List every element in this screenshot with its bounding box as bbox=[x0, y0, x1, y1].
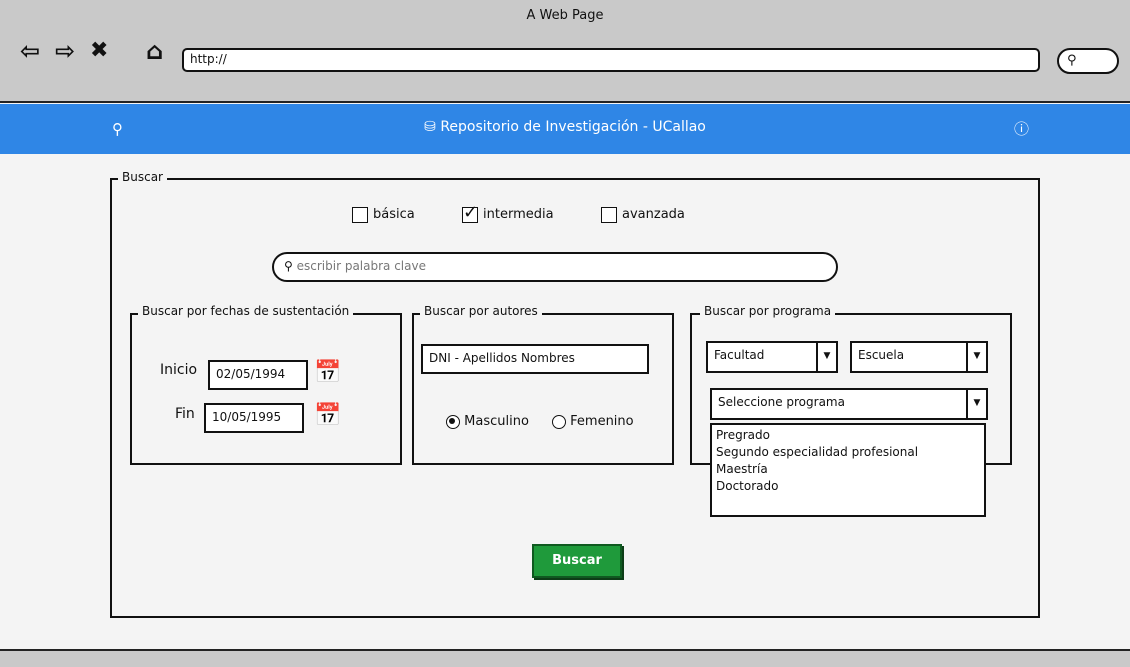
app-title: ⛁ Repositorio de Investigación - UCallao bbox=[424, 119, 706, 135]
program-option[interactable]: Doctorado bbox=[716, 478, 980, 495]
program-dropdown-list: Pregrado Segundo especialidad profesiona… bbox=[710, 423, 986, 517]
program-legend: Buscar por programa bbox=[700, 304, 836, 318]
calendar-icon[interactable]: 📅 bbox=[314, 405, 341, 427]
info-icon[interactable]: ⓘ bbox=[1014, 118, 1029, 139]
keyword-search-input[interactable]: ⚲ escribir palabra clave bbox=[272, 252, 838, 282]
forward-icon[interactable]: ⇨ bbox=[55, 39, 75, 63]
faculty-select[interactable]: Facultad ▼ bbox=[706, 341, 838, 373]
checkbox-basica[interactable] bbox=[352, 206, 368, 223]
chevron-down-icon[interactable]: ▼ bbox=[816, 343, 836, 371]
dates-legend: Buscar por fechas de sustentación bbox=[138, 304, 354, 318]
mode-option-basica[interactable]: básica bbox=[352, 204, 415, 223]
school-select[interactable]: Escuela ▼ bbox=[850, 341, 988, 373]
program-select[interactable]: Seleccione programa ▼ bbox=[710, 388, 988, 420]
radio-masculino[interactable] bbox=[446, 414, 460, 429]
app-header: ⚲ ⛁ Repositorio de Investigación - UCall… bbox=[0, 104, 1130, 154]
browser-chrome: A Web Page ⇦ ⇨ ✖ ⌂ http:// ⚲ bbox=[0, 0, 1130, 103]
end-date-input[interactable]: 10/05/1995 bbox=[204, 403, 304, 433]
program-option[interactable]: Segundo especialidad profesional bbox=[716, 444, 980, 461]
keyword-placeholder: escribir palabra clave bbox=[296, 259, 426, 273]
search-legend: Buscar bbox=[118, 170, 167, 184]
database-icon: ⛁ bbox=[424, 119, 436, 135]
url-text: http:// bbox=[190, 52, 227, 66]
authors-legend: Buscar por autores bbox=[420, 304, 542, 318]
calendar-icon[interactable]: 📅 bbox=[314, 362, 341, 384]
mode-option-intermedia[interactable]: intermedia bbox=[462, 202, 554, 223]
status-bar bbox=[0, 649, 1130, 667]
start-date-input[interactable]: 02/05/1994 bbox=[208, 360, 308, 390]
home-icon[interactable]: ⌂ bbox=[146, 39, 163, 63]
gender-option-femenino[interactable]: Femenino bbox=[552, 414, 634, 429]
program-option[interactable]: Pregrado bbox=[716, 427, 980, 444]
browser-search-box[interactable]: ⚲ bbox=[1057, 48, 1119, 74]
mode-option-avanzada[interactable]: avanzada bbox=[601, 204, 685, 223]
author-input[interactable]: DNI - Apellidos Nombres bbox=[421, 344, 649, 374]
program-option[interactable]: Maestría bbox=[716, 461, 980, 478]
authors-panel bbox=[412, 313, 674, 465]
end-date-label: Fin bbox=[175, 406, 195, 422]
search-icon: ⚲ bbox=[1067, 53, 1077, 68]
chevron-down-icon[interactable]: ▼ bbox=[966, 343, 986, 371]
chevron-down-icon[interactable]: ▼ bbox=[966, 390, 986, 418]
stop-icon[interactable]: ✖ bbox=[90, 39, 108, 63]
search-icon: ⚲ bbox=[284, 259, 293, 273]
radio-femenino[interactable] bbox=[552, 414, 566, 429]
back-icon[interactable]: ⇦ bbox=[20, 39, 40, 63]
url-bar[interactable]: http:// bbox=[182, 48, 1040, 72]
start-date-label: Inicio bbox=[160, 362, 198, 378]
checkbox-avanzada[interactable] bbox=[601, 206, 617, 223]
gender-option-masculino[interactable]: Masculino bbox=[446, 414, 529, 429]
checkbox-intermedia[interactable] bbox=[462, 202, 478, 223]
search-button[interactable]: Buscar bbox=[532, 544, 622, 578]
window-title: A Web Page bbox=[526, 8, 604, 23]
